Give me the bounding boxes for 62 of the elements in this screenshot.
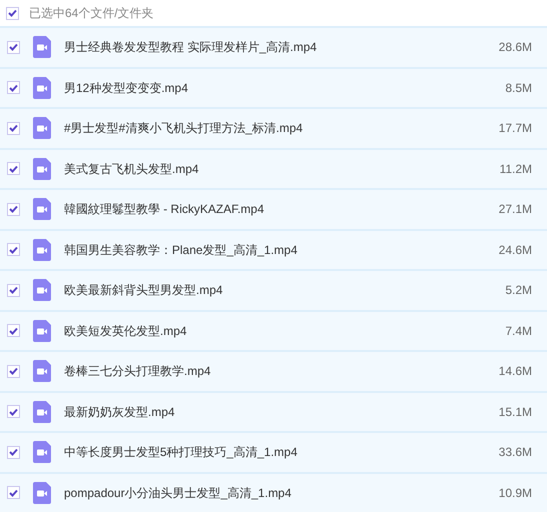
file-row[interactable]: 最新奶奶灰发型.mp4 15.1M: [0, 390, 547, 431]
checkbox[interactable]: [7, 202, 20, 216]
selection-count: 已选中64个文件/文件夹: [29, 5, 154, 22]
file-row[interactable]: 美式复古飞机头发型.mp4 11.2M: [0, 148, 547, 188]
checkbox[interactable]: [7, 162, 20, 176]
file-size: 24.6M: [498, 242, 532, 259]
file-size: 15.1M: [498, 404, 532, 421]
file-name: #男士发型#清爽小飞机头打理方法_标清.mp4: [64, 120, 303, 138]
file-name: 韓國紋理鬈型教學 - RickyKAZAF.mp4: [64, 201, 264, 218]
file-row[interactable]: 男士经典卷发发型教程 实际理发样片_高清.mp4 28.6M: [0, 26, 547, 66]
file-size: 27.1M: [498, 201, 532, 218]
file-row[interactable]: 韩国男生美容教学：Plane发型_高清_1.mp4 24.6M: [0, 228, 547, 269]
checkbox[interactable]: [7, 243, 20, 256]
file-name: 欧美最新斜背头型男发型.mp4: [64, 282, 223, 300]
checkbox[interactable]: [7, 405, 20, 418]
file-row[interactable]: pompadour小分油头男士发型_高清_1.mp4 10.9M: [0, 472, 547, 512]
file-name: 男12种发型变变变.mp4: [64, 80, 188, 97]
file-row[interactable]: 欧美短发英伦发型.mp4 7.4M: [0, 310, 547, 350]
file-size: 10.9M: [498, 484, 532, 502]
file-name: 美式复古飞机头发型.mp4: [64, 160, 199, 178]
file-size: 11.2M: [500, 160, 532, 178]
video-file-icon: [33, 238, 51, 261]
file-size: 7.4M: [505, 322, 532, 340]
file-row[interactable]: 中等长度男士发型5种打理技巧_高清_1.mp4 33.6M: [0, 431, 547, 472]
checkbox[interactable]: [7, 81, 20, 94]
video-file-icon: [33, 360, 51, 382]
file-name: 中等长度男士发型5种打理技巧_高清_1.mp4: [64, 444, 298, 462]
file-name: 男士经典卷发发型教程 实际理发样片_高清.mp4: [64, 39, 317, 56]
video-file-icon: [33, 482, 51, 504]
checkbox[interactable]: [7, 446, 20, 459]
video-file-icon: [33, 158, 51, 180]
file-name: pompadour小分油头男士发型_高清_1.mp4: [64, 484, 292, 502]
checkbox[interactable]: [6, 6, 19, 20]
file-name: 卷棒三七分头打理教学.mp4: [64, 363, 211, 380]
file-row[interactable]: 欧美最新斜背头型男发型.mp4 5.2M: [0, 269, 547, 310]
file-size: 5.2M: [505, 282, 532, 300]
file-size: 17.7M: [498, 120, 532, 138]
file-name: 欧美短发英伦发型.mp4: [64, 322, 187, 340]
checkbox[interactable]: [7, 122, 20, 135]
file-size: 8.5M: [505, 80, 532, 97]
video-file-icon: [33, 36, 51, 58]
file-name: 最新奶奶灰发型.mp4: [64, 404, 175, 421]
file-size: 14.6M: [498, 363, 532, 380]
video-file-icon: [33, 76, 51, 99]
video-file-icon: [33, 117, 51, 140]
video-file-icon: [33, 198, 51, 220]
video-file-icon: [33, 400, 51, 423]
checkbox[interactable]: [7, 364, 20, 378]
checkbox[interactable]: [7, 40, 20, 54]
file-row[interactable]: 卷棒三七分头打理教学.mp4 14.6M: [0, 350, 547, 390]
file-name: 韩国男生美容教学：Plane发型_高清_1.mp4: [64, 242, 298, 259]
file-row[interactable]: #男士发型#清爽小飞机头打理方法_标清.mp4 17.7M: [0, 107, 547, 148]
checkbox[interactable]: [7, 486, 20, 500]
file-row[interactable]: 韓國紋理鬈型教學 - RickyKAZAF.mp4 27.1M: [0, 188, 547, 228]
file-size: 33.6M: [498, 444, 532, 462]
video-file-icon: [33, 279, 51, 302]
file-size: 28.6M: [498, 39, 532, 56]
video-file-icon: [33, 441, 51, 464]
checkbox[interactable]: [7, 284, 20, 297]
video-file-icon: [33, 320, 51, 342]
checkbox[interactable]: [7, 324, 20, 338]
file-row[interactable]: 男12种发型变变变.mp4 8.5M: [0, 66, 547, 107]
